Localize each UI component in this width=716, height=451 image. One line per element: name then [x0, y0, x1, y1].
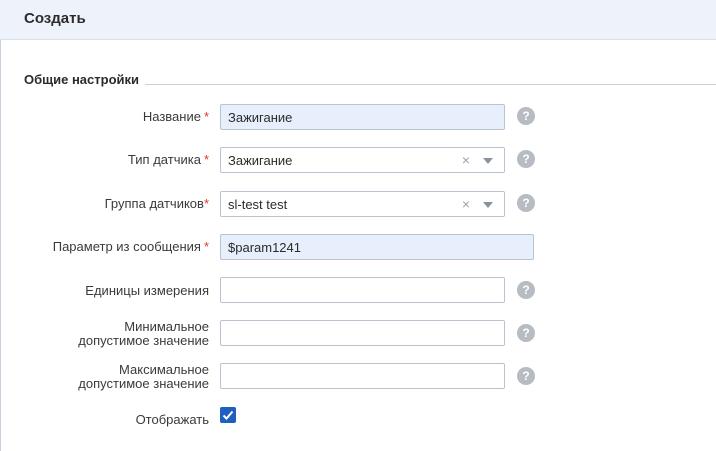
name-label: Название *	[143, 110, 209, 124]
page-title: Создать	[24, 10, 86, 27]
required-marker: *	[203, 152, 209, 167]
name-label-text: Название	[142, 109, 201, 124]
question-circle-icon[interactable]: ?	[517, 150, 535, 168]
question-circle-icon[interactable]: ?	[517, 367, 535, 385]
required-marker: *	[203, 239, 209, 254]
chevron-down-icon[interactable]	[483, 202, 493, 208]
question-circle-icon[interactable]: ?	[517, 194, 535, 212]
check-icon	[222, 410, 234, 420]
sensor-type-value: Зажигание	[228, 153, 293, 168]
min-value-label: Минимальное допустимое значение	[78, 320, 209, 348]
form-header: Создать	[0, 0, 716, 40]
sensor-group-select[interactable]: sl-test test ×	[220, 191, 505, 217]
display-checkbox[interactable]	[220, 407, 236, 423]
max-value-label: Максимальное допустимое значение	[78, 363, 209, 391]
units-input[interactable]	[220, 277, 505, 303]
sensor-group-label-text: Группа датчиков	[104, 196, 204, 211]
sensor-group-value: sl-test test	[228, 197, 288, 212]
max-value-label-line1: Максимальное	[119, 362, 209, 377]
section-title: Общие настройки	[24, 72, 145, 87]
min-value-label-line2: допустимое значение	[78, 333, 209, 348]
min-value-label-line1: Минимальное	[124, 319, 209, 334]
display-label: Отображать	[136, 413, 209, 427]
message-param-input[interactable]: $param1241	[220, 234, 534, 260]
max-value-label-line2: допустимое значение	[78, 376, 209, 391]
message-param-label-text: Параметр из сообщения	[52, 239, 201, 254]
name-input[interactable]: Зажигание	[220, 104, 505, 130]
required-marker: *	[203, 109, 209, 124]
question-circle-icon[interactable]: ?	[517, 324, 535, 342]
sensor-type-label: Тип датчика *	[128, 153, 209, 167]
name-input-value: Зажигание	[228, 110, 293, 125]
sensor-type-select[interactable]: Зажигание ×	[220, 147, 505, 173]
clear-x-icon[interactable]: ×	[462, 196, 470, 212]
question-circle-icon[interactable]: ?	[517, 107, 535, 125]
chevron-down-icon[interactable]	[483, 158, 493, 164]
sensor-type-label-text: Тип датчика	[127, 152, 201, 167]
message-param-value: $param1241	[228, 240, 301, 255]
units-label: Единицы измерения	[85, 284, 209, 298]
clear-x-icon[interactable]: ×	[462, 152, 470, 168]
sensor-group-label: Группа датчиков*	[105, 197, 209, 211]
max-value-input[interactable]	[220, 363, 505, 389]
display-label-text: Отображать	[135, 412, 209, 427]
message-param-label: Параметр из сообщения *	[53, 240, 209, 254]
required-marker: *	[203, 196, 209, 211]
units-label-text: Единицы измерения	[85, 283, 209, 298]
question-circle-icon[interactable]: ?	[517, 281, 535, 299]
min-value-input[interactable]	[220, 320, 505, 346]
